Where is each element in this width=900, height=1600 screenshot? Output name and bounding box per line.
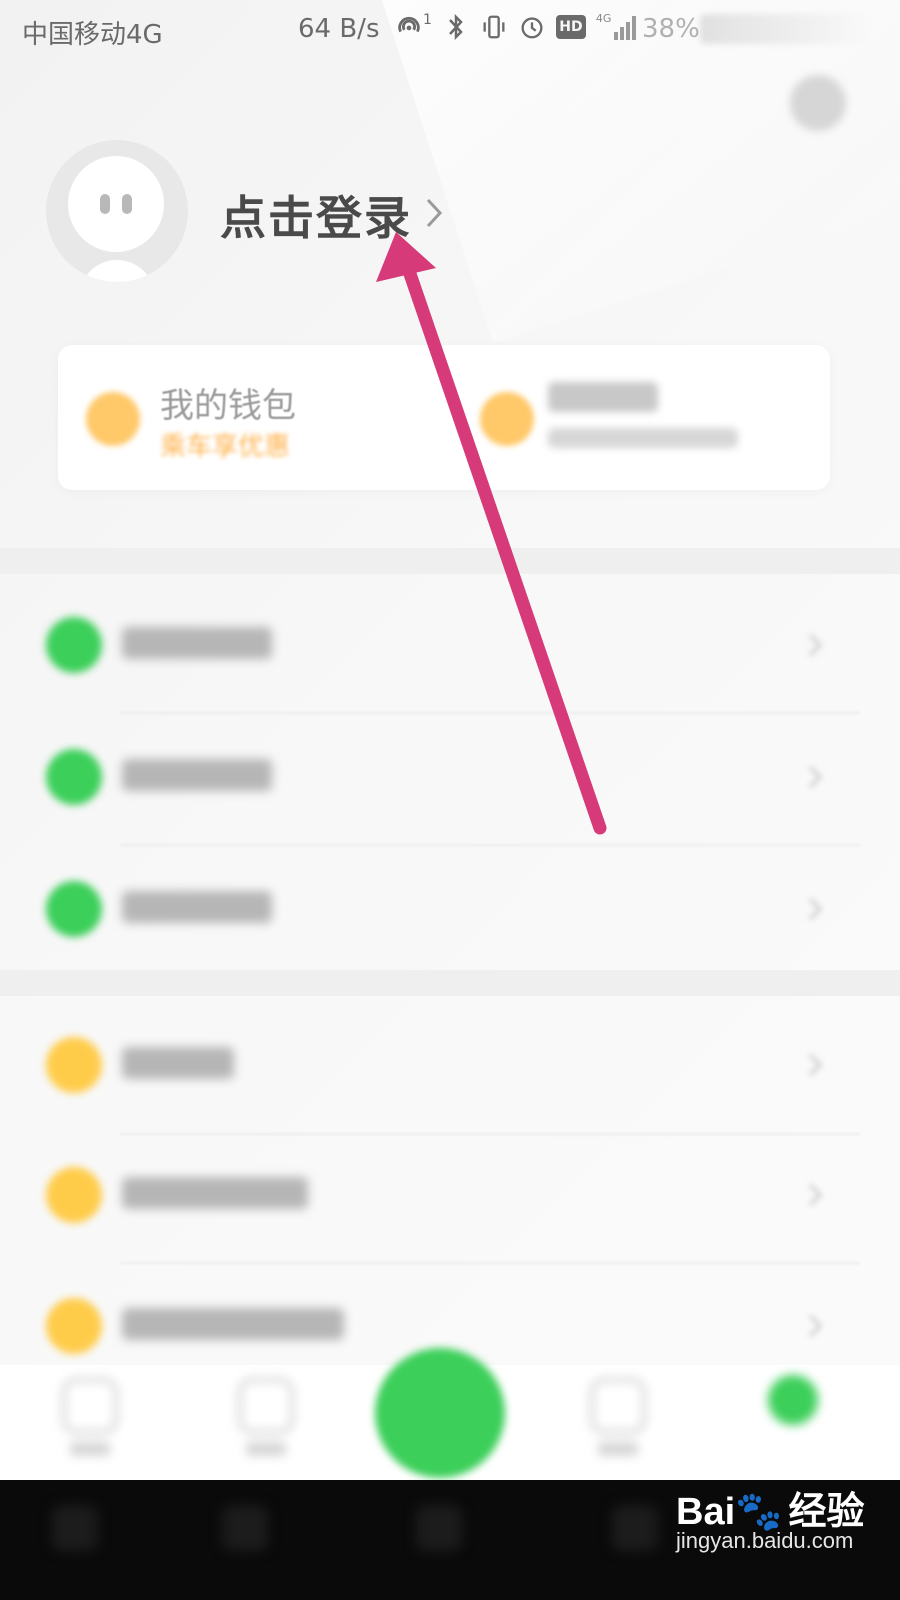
status-bar: 中国移动4G 64 B/s 1 HD 4G 38% [0,0,900,64]
menu-row[interactable] [0,585,900,705]
menu-divider [120,844,860,846]
menu-item-label [122,627,272,659]
login-button[interactable]: 点击登录 [220,182,412,248]
home-icon [62,1378,118,1434]
wallet-title[interactable]: 我的钱包 [160,378,296,427]
chevron-right-icon [808,1053,823,1077]
menu-divider [120,1262,860,1264]
menu-item-label [122,891,272,923]
wallet-icon [86,392,140,446]
menu-divider [120,712,860,714]
menu-item-label [122,1308,344,1340]
menu-row[interactable] [0,1005,900,1125]
tab-discover[interactable] [238,1378,294,1456]
battery-percent: 38% [642,14,700,44]
discover-icon [238,1378,294,1434]
status-fade [700,14,870,44]
signal-icon: 4G [596,12,642,42]
watermark-url: jingyan.baidu.com [676,1528,854,1553]
carrier-name: 中国移动4G [22,20,163,50]
chevron-right-icon [426,198,443,228]
avatar-face [68,156,164,252]
avatar-eye-left [100,194,110,214]
watermark-brand-left: Bai [676,1491,736,1533]
avatar-body [79,260,155,282]
nav-recents-icon[interactable] [612,1505,658,1551]
avatar[interactable] [46,140,188,282]
chevron-right-icon [808,1314,823,1338]
coupon-subtitle [548,428,738,448]
alarm-icon [518,12,546,42]
nav-menu-icon[interactable] [52,1505,98,1551]
paw-icon: 🐾 [735,1491,783,1533]
menu-row[interactable] [0,717,900,837]
avatar-eye-right [122,194,132,214]
menu-row[interactable] [0,1137,900,1257]
tab-label [70,1442,110,1456]
baidu-jingyan-logo: Bai🐾 经验 [676,1480,864,1535]
chevron-right-icon [808,765,823,789]
chevron-right-icon [808,633,823,657]
section-divider [0,970,900,996]
menu-divider [120,1133,860,1135]
nav-back-icon[interactable] [222,1505,268,1551]
menu-item-icon [46,1298,102,1354]
section-divider [0,548,900,574]
menu-item-icon [46,749,102,805]
chevron-right-icon [808,897,823,921]
hd-badge: HD [559,19,583,35]
menu-item-label [122,1177,308,1209]
network-speed: 64 B/s [298,14,380,44]
tab-mine-icon[interactable] [768,1375,818,1425]
hd-icon: HD [555,15,586,39]
coupon-icon [480,392,534,446]
tab-service[interactable] [590,1378,646,1456]
menu-item-label [122,759,272,791]
vibrate-icon [480,12,508,42]
wallet-subtitle: 乘车享优惠 [160,432,291,462]
coupon-title[interactable] [548,382,658,412]
settings-gear-icon[interactable] [790,75,846,131]
network-badge: 4G [595,12,612,25]
menu-item-icon [46,1167,102,1223]
chevron-right-icon [808,1183,823,1207]
service-icon [590,1378,646,1434]
menu-item-icon [46,881,102,937]
tab-label [246,1442,286,1456]
tab-center-scan-button[interactable] [375,1348,505,1478]
menu-item-label [122,1047,234,1079]
menu-item-icon [46,617,102,673]
hotspot-count: 1 [423,12,432,28]
menu-item-icon [46,1037,102,1093]
hotspot-icon [395,12,423,42]
watermark-brand-right: 经验 [788,1491,865,1533]
tab-label [598,1442,638,1456]
nav-home-icon[interactable] [416,1505,462,1551]
tab-home[interactable] [62,1378,118,1456]
bluetooth-icon [442,12,470,42]
status-icons: 1 HD 4G [395,12,642,42]
menu-row[interactable] [0,849,900,969]
